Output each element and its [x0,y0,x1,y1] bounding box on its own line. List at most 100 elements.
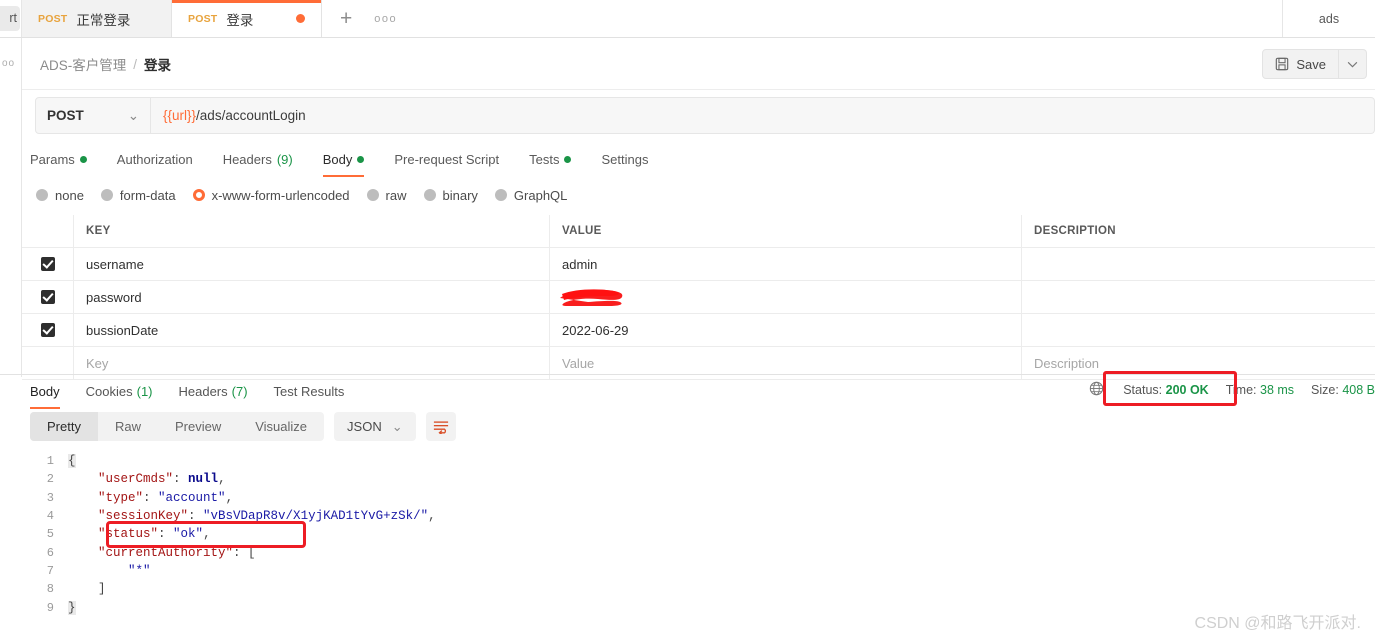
new-tab-icon[interactable]: + [340,7,352,31]
tab-label: Pre-request Script [394,151,500,167]
time-value: 38 ms [1260,383,1295,397]
row-checkbox-cell[interactable] [22,314,74,346]
view-visualize[interactable]: Visualize [238,412,324,441]
code-line: 3 "type": "account", [22,489,1375,507]
request-left-gutter [0,90,22,377]
import-button[interactable]: rt [0,6,20,31]
chevron-down-icon: ⌄ [391,418,403,434]
globe-icon [1089,381,1104,399]
has-content-dot-icon [564,155,572,163]
tab-more-icon[interactable]: ooo [374,13,397,25]
response-tab-headers[interactable]: Headers (7) [166,379,261,403]
response-tab-test-results[interactable]: Test Results [261,379,358,403]
format-value: JSON [347,419,382,434]
view-preview[interactable]: Preview [158,412,238,441]
request-tab-1[interactable]: POST 正常登录 [22,0,172,37]
sidebar-collapsed-gutter: rt [0,0,22,37]
row-checkbox-cell[interactable] [22,248,74,280]
checkbox-checked-icon[interactable] [40,290,55,304]
save-label: Save [1296,56,1326,72]
checkbox-checked-icon[interactable] [40,323,55,337]
line-number: 4 [46,509,54,524]
line-number: 3 [46,490,54,505]
annotation-box-status-field [106,521,306,548]
header-checkbox-cell [22,215,74,247]
tab-label: Settings [601,151,649,167]
tab-pre-request-script[interactable]: Pre-request Script [379,146,514,172]
tab-tests[interactable]: Tests [514,146,586,172]
url-bar: POST ⌄ {{url}} /ads/accountLogin [35,97,1375,134]
tab-title: 正常登录 [76,12,131,28]
response-tab-cookies[interactable]: Cookies (1) [73,379,166,403]
tab-bar: rt POST 正常登录 POST 登录 + ooo ads [0,0,1375,38]
radio-selected-icon [192,189,205,201]
url-input[interactable]: {{url}} /ads/accountLogin [151,97,1375,134]
has-content-dot-icon [357,155,365,163]
row-checkbox-cell[interactable] [22,281,74,313]
row-description[interactable] [1022,248,1375,280]
body-type-graphql[interactable]: GraphQL [494,188,567,203]
tab-headers[interactable]: Headers (9) [208,146,308,172]
tab-label: Cookies [85,383,133,399]
code-line: 9} [22,598,1375,616]
size-group: Size: 408 B [1311,383,1375,397]
body-type-binary[interactable]: binary [423,187,478,203]
request-section-tabs: Params Authorization Headers (9) Body Pr… [30,146,663,177]
response-format-select[interactable]: JSON ⌄ [334,412,416,441]
body-type-x-www-form-urlencoded[interactable]: x-www-form-urlencoded [192,188,350,203]
line-content: "userCmds": null, [98,472,226,487]
view-pretty[interactable]: Pretty [30,412,98,441]
line-content: ] [68,582,106,597]
form-params-table: KEY VALUE DESCRIPTION username admin pas… [22,215,1375,380]
tab-params[interactable]: Params [30,146,102,172]
response-tab-body[interactable]: Body [30,379,73,409]
view-raw[interactable]: Raw [98,412,158,441]
row-value[interactable] [550,281,1022,313]
row-key[interactable]: bussionDate [74,314,550,346]
line-number: 2 [46,472,54,487]
radio-icon [36,189,48,201]
code-line: 7 "*" [22,562,1375,580]
save-options-button[interactable] [1339,49,1367,79]
sidebar-more-icon[interactable]: oo [2,58,15,69]
table-row[interactable]: username admin [22,248,1375,281]
row-key[interactable]: username [74,248,550,280]
tab-authorization[interactable]: Authorization [102,146,208,172]
row-key[interactable]: password [74,281,550,313]
row-value[interactable]: 2022-06-29 [550,314,1022,346]
row-value[interactable]: admin [550,248,1022,280]
header-description: DESCRIPTION [1034,225,1116,237]
table-row[interactable]: bussionDate 2022-06-29 [22,314,1375,347]
tab-label: Body [322,151,353,167]
tab-settings[interactable]: Settings [586,146,663,172]
http-method-select[interactable]: POST ⌄ [35,97,151,134]
code-line: 1{ [22,452,1375,470]
tab-method-label: POST [38,12,68,25]
body-type-none[interactable]: none [36,188,84,203]
request-tab-2[interactable]: POST 登录 [172,0,322,37]
checkbox-checked-icon[interactable] [40,257,55,271]
redaction-scribble [560,289,623,306]
code-line: 8 ] [22,580,1375,598]
body-type-label: binary [442,187,478,203]
line-number: 5 [46,527,54,542]
row-description[interactable] [1022,314,1375,346]
url-path: /ads/accountLogin [196,108,306,123]
floppy-disk-icon [1276,57,1289,71]
save-button[interactable]: Save [1262,49,1339,79]
wrap-lines-button[interactable] [425,412,456,441]
environment-selector[interactable]: ads [1283,0,1375,37]
has-content-dot-icon [79,155,87,163]
chevron-down-icon [1347,61,1358,67]
size-value: 408 B [1342,383,1375,397]
annotation-box-status [1103,371,1237,406]
breadcrumb-collection[interactable]: ADS-客户管理 [40,54,126,74]
body-type-form-data[interactable]: form-data [100,188,176,203]
row-description[interactable] [1022,281,1375,313]
body-type-raw[interactable]: raw [366,188,407,203]
url-variable: {{url}} [163,108,197,123]
tab-body[interactable]: Body [308,146,380,177]
postman-window: rt POST 正常登录 POST 登录 + ooo ads oo ADS-客户… [0,0,1375,641]
code-line: 2 "userCmds": null, [22,470,1375,488]
table-row[interactable]: password [22,281,1375,314]
